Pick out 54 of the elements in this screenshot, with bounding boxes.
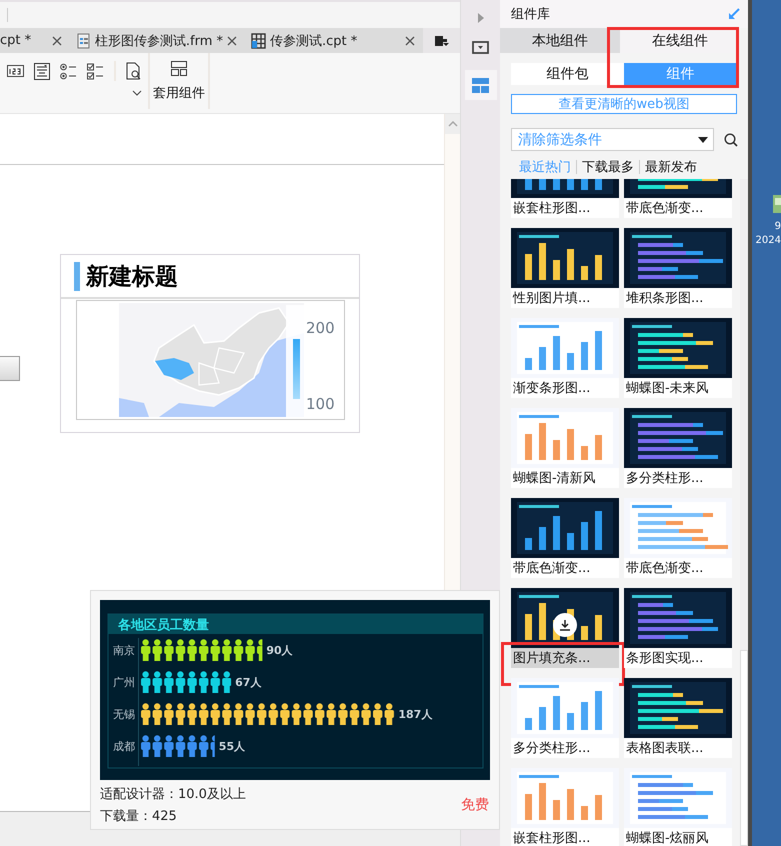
desktop-icon-label: 2024	[756, 235, 781, 247]
canvas-button[interactable]	[0, 356, 20, 381]
text-area-icon[interactable]	[34, 62, 50, 80]
preview-icon[interactable]	[126, 62, 142, 80]
value-label: 90人	[266, 644, 293, 657]
axis-label: 成都	[113, 740, 135, 753]
chart-widget[interactable]: 新建标题 200 100	[60, 254, 360, 433]
sort-tab[interactable]: 下载最多	[577, 158, 639, 176]
sort-tab[interactable]: 最新发布	[640, 158, 702, 176]
form-file-icon	[76, 32, 91, 48]
desktop-icon-label: 9	[774, 221, 781, 233]
close-icon[interactable]	[405, 36, 415, 46]
axis-label: 广州	[113, 676, 135, 689]
chevron-down-icon[interactable]	[132, 90, 142, 96]
price-label: 免费	[461, 796, 489, 814]
widget-title: 新建标题	[86, 262, 178, 292]
layout-icon	[472, 78, 489, 92]
close-icon[interactable]	[227, 36, 237, 46]
download-count: 下载量：425	[100, 808, 178, 825]
component-card[interactable]: 嵌套柱形图...	[511, 768, 619, 846]
axis-label: 无锡	[113, 708, 135, 721]
component-card[interactable]: 蝴蝶图-炫丽风	[624, 768, 732, 846]
scrollbar[interactable]	[740, 179, 748, 846]
close-icon[interactable]	[52, 36, 62, 46]
search-icon[interactable]	[724, 132, 738, 146]
panel-tab[interactable]: 本地组件	[500, 28, 620, 53]
value-label: 187人	[398, 708, 432, 721]
legend-label: 200	[306, 319, 335, 337]
collapse-arrow-icon[interactable]	[728, 8, 740, 20]
legend-gradient-bar	[293, 339, 300, 399]
editor-tab[interactable]: 柱形图传参测试.frm *	[70, 28, 245, 53]
accent-bar	[74, 262, 80, 290]
component-card[interactable]: 图片填充条...	[511, 588, 619, 668]
editor-tab[interactable]: 传参测试.cpt *	[245, 28, 423, 53]
grid-file-icon	[251, 32, 266, 48]
window-icon	[472, 40, 489, 54]
value-label: 55人	[218, 740, 246, 753]
download-icon	[559, 619, 571, 631]
group-label: 套用组件	[153, 85, 205, 102]
sub-tab[interactable]: 组件包	[511, 63, 624, 85]
layout-icon[interactable]	[171, 61, 187, 76]
axis-label: 南京	[113, 644, 135, 657]
value-label: 67人	[235, 676, 262, 689]
tab-list-icon[interactable]	[434, 34, 449, 46]
dropdown-caret-icon	[698, 136, 708, 142]
chart-title: 各地区员工数量	[118, 618, 209, 633]
compat-info: 适配设计器：10.0及以上	[100, 786, 246, 803]
checkbox-group-icon[interactable]	[87, 62, 104, 80]
scrollbar-thumb[interactable]	[740, 650, 748, 846]
legend-label: 100	[306, 395, 335, 413]
panel-title: 组件库	[511, 6, 550, 23]
number-field-icon[interactable]	[7, 65, 24, 77]
radio-group-icon[interactable]	[60, 62, 77, 80]
editor-tab[interactable]: cpt *	[0, 28, 70, 53]
